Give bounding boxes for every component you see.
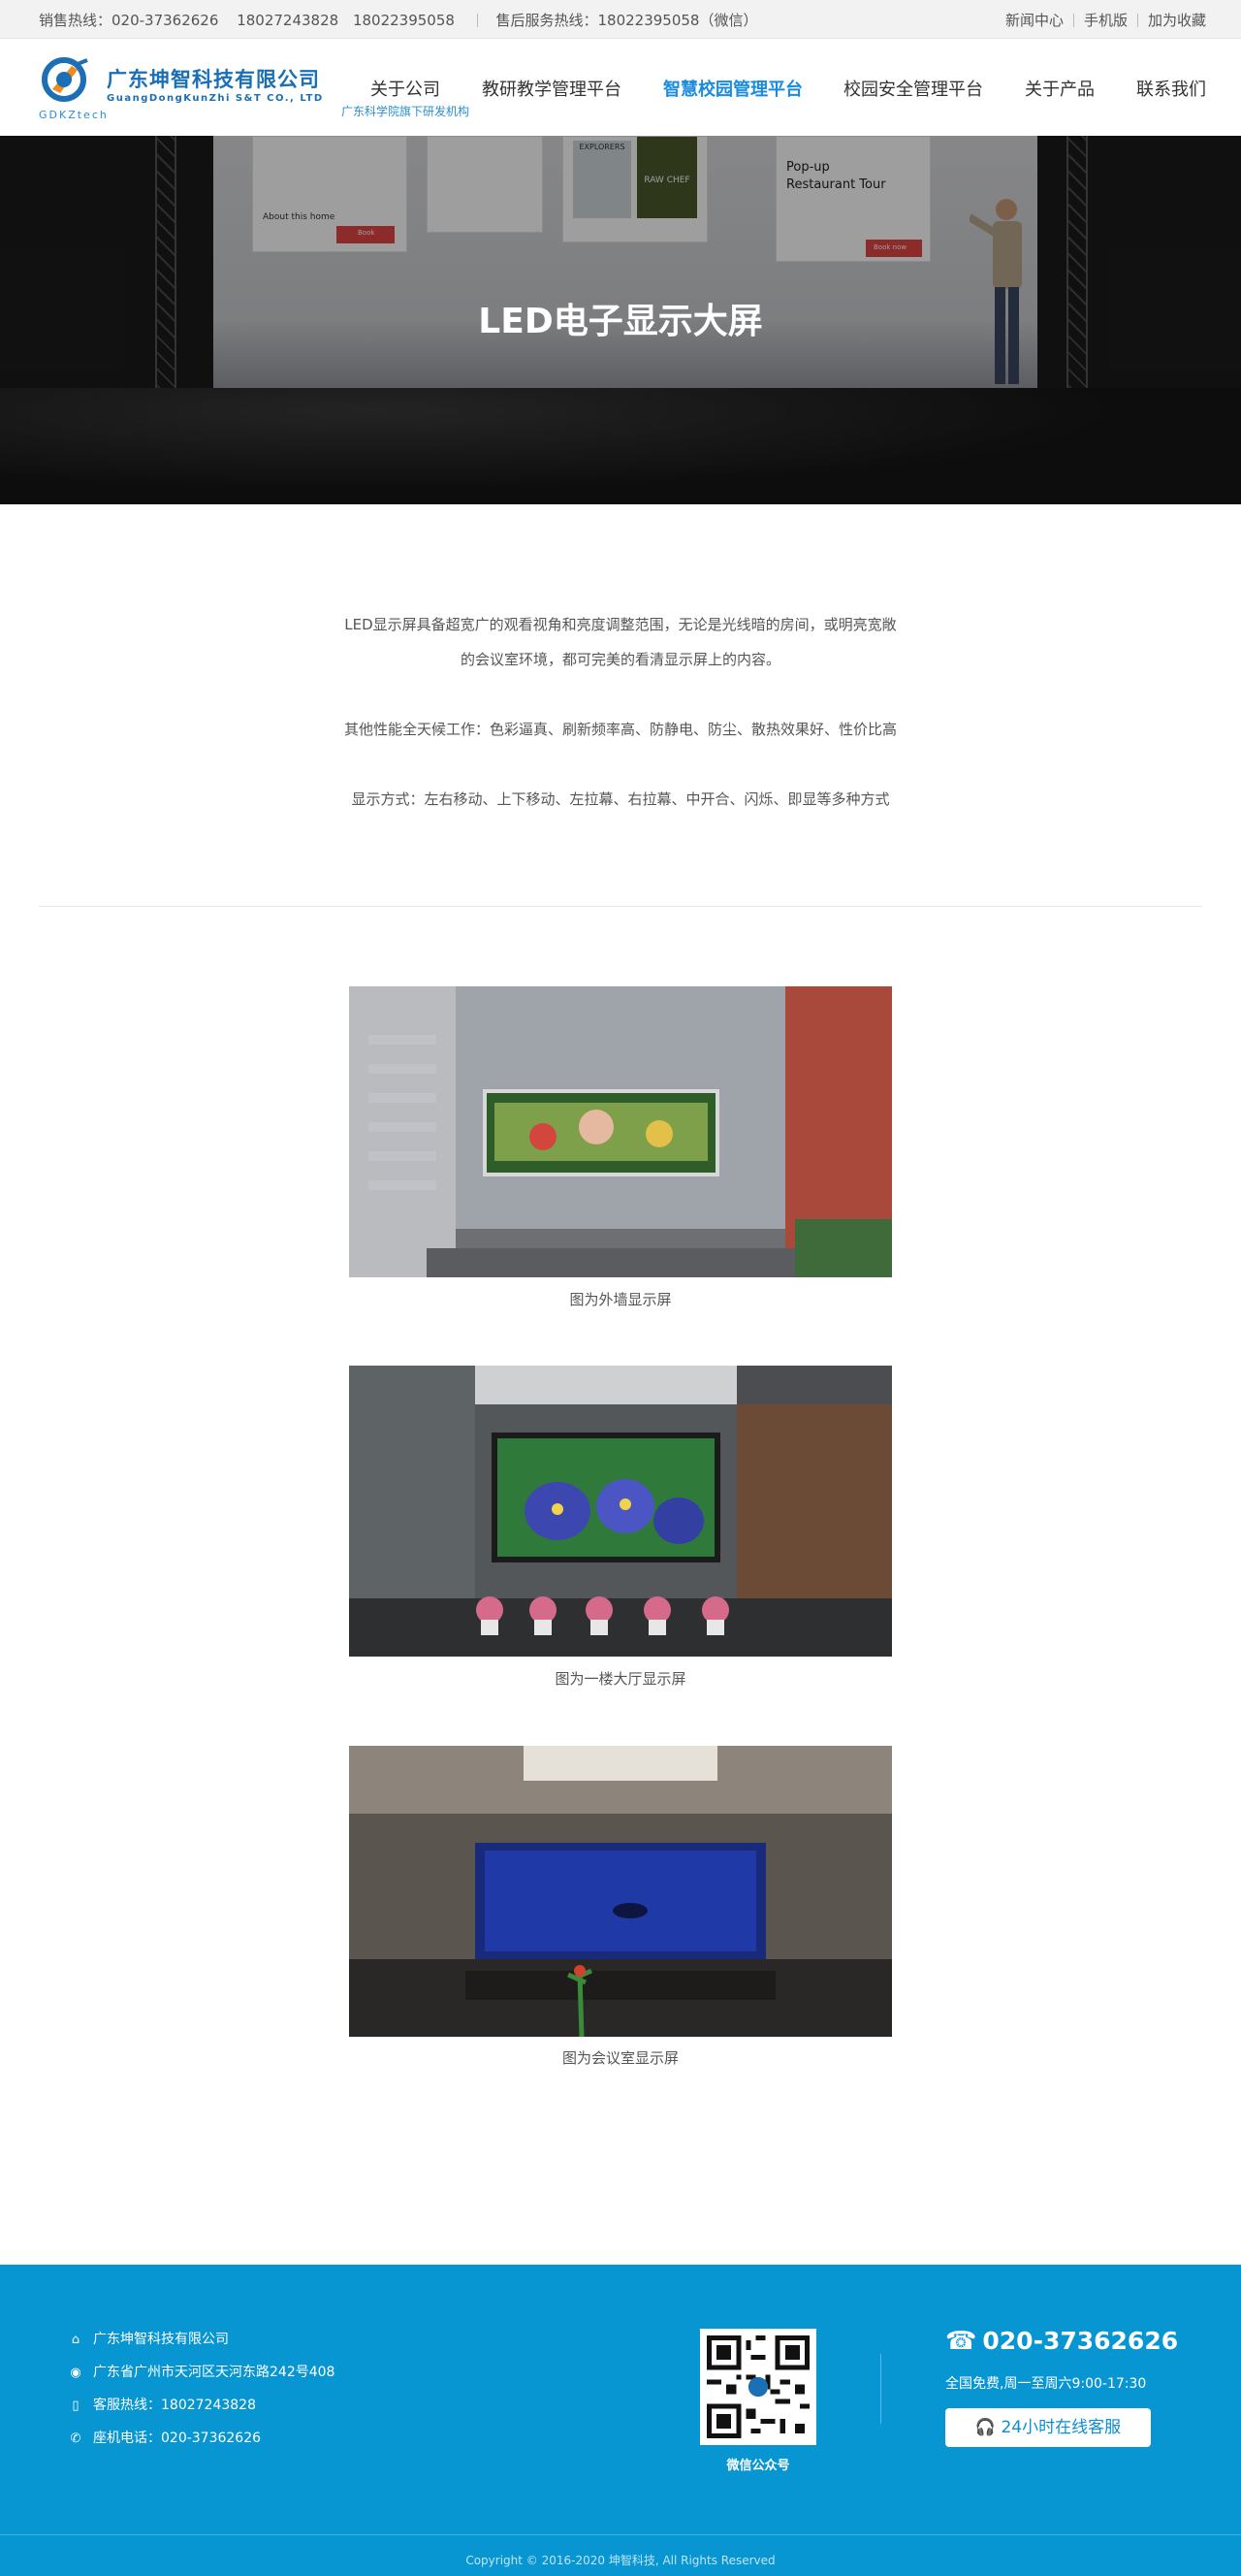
footer-landline: ✆ 座机电话：020-37362626 [68, 2428, 261, 2447]
meeting-room-led-photo [349, 1746, 892, 2037]
logo-abbreviation: GDKZtech [39, 109, 109, 121]
sales-hotline: 销售热线：020-37362626 [39, 12, 219, 29]
headset-icon: 🎧 [974, 2418, 997, 2437]
site-footer: ⌂ 广东坤智科技有限公司 ◉ 广东省广州市天河区天河东路242号408 ▯ 客服热线：… [0, 2265, 1241, 2576]
intro-paragraph-line: 的会议室环境，都可完美的看清显示屏上的内容。 [460, 651, 780, 668]
nav-teaching-platform[interactable]: 教研教学管理平台 [482, 76, 621, 101]
home-icon: ⌂ [71, 2333, 80, 2347]
footer-company-name: 广东坤智科技有限公司 [93, 2332, 229, 2347]
phone-icon: ✆ [70, 2431, 81, 2446]
location-pin-icon: ◉ [70, 2366, 81, 2380]
footer-company: ⌂ 广东坤智科技有限公司 [68, 2329, 229, 2348]
topbar-contact: 销售热线：020-37362626 18027243828 1802239505… [39, 10, 761, 30]
footer-address: ◉ 广东省广州市天河区天河东路242号408 [68, 2362, 334, 2381]
intro-paragraph-line: LED显示屏具备超宽广的观看视角和亮度调整范围，无论是光线暗的房间，或明亮宽敞 [344, 616, 897, 633]
online-service-label: 24小时在线客服 [1001, 2418, 1122, 2437]
sales-mobile-1: 18027243828 [237, 12, 339, 29]
banner-title: LED电子显示大屏 [478, 302, 763, 341]
footer-address-text: 广东省广州市天河区天河东路242号408 [93, 2365, 335, 2380]
footer-divider [880, 2354, 881, 2424]
intro-performance: 其他性能全天候工作：色彩逼真、刷新频率高、防静电、防尘、散热效果好、性价比高 [343, 721, 897, 738]
wechat-qr-code-icon [700, 2329, 816, 2445]
lobby-led-photo [349, 1366, 892, 1657]
hero-banner: About this home Book EXPLORERS RAW CHEF … [0, 136, 1241, 504]
footer-service-hotline-text: 客服热线：18027243828 [93, 2398, 256, 2413]
company-logo-icon[interactable] [39, 56, 97, 105]
intro-display-modes: 显示方式：左右移动、上下移动、左拉幕、右拉幕、中开合、闪烁、即显等多种方式 [351, 790, 890, 808]
service-hours: 全国免费,周一至周六9:00-17:30 [945, 2376, 1147, 2392]
section-divider [39, 906, 1202, 907]
sales-mobile-2: 18022395058 [352, 12, 455, 29]
copyright: Copyright © 2016-2020 坤智科技, All Rights R… [465, 2554, 776, 2567]
service-hotline: 售后服务热线：18022395058（微信） [495, 12, 758, 29]
add-favorite-link[interactable]: 加为收藏 [1148, 12, 1206, 29]
footer-big-phone[interactable]: ☎ 020-37362626 [945, 2327, 1178, 2356]
qr-caption: 微信公众号 [726, 2459, 790, 2473]
photo-caption: 图为一楼大厅显示屏 [555, 1670, 686, 1688]
photo-caption: 图为会议室显示屏 [561, 2049, 679, 2067]
online-service-button[interactable]: 🎧 24小时在线客服 [945, 2408, 1151, 2447]
mobile-version-link[interactable]: 手机版 [1084, 12, 1128, 29]
photo-caption: 图为外墙显示屏 [569, 1291, 672, 1308]
telephone-icon: ☎ [945, 2327, 977, 2356]
nav-smart-campus-platform[interactable]: 智慧校园管理平台 [663, 76, 803, 101]
footer-big-phone-number: 020-37362626 [982, 2327, 1179, 2355]
nav-campus-safety-platform[interactable]: 校园安全管理平台 [843, 76, 983, 101]
footer-service-hotline: ▯ 客服热线：18027243828 [68, 2395, 256, 2414]
nav-about-company[interactable]: 关于公司 [370, 76, 440, 101]
top-bar: 销售热线：020-37362626 18027243828 1802239505… [0, 0, 1241, 39]
topbar-divider [476, 14, 478, 27]
link-divider [1072, 14, 1074, 27]
header-tagline: 广东科学院旗下研发机构 [341, 105, 470, 118]
topbar-links: 新闻中心 手机版 加为收藏 [1005, 10, 1206, 30]
mobile-phone-icon: ▯ [72, 2399, 80, 2413]
news-center-link[interactable]: 新闻中心 [1005, 12, 1064, 29]
company-name-en: GuangDongKunZhi S&T CO., LTD [107, 93, 324, 104]
link-divider [1136, 14, 1138, 27]
company-name[interactable]: 广东坤智科技有限公司 [107, 64, 320, 93]
site-header: GDKZtech 广东坤智科技有限公司 GuangDongKunZhi S&T … [0, 39, 1241, 136]
outdoor-wall-led-photo [349, 986, 892, 1277]
nav-products[interactable]: 关于产品 [1025, 76, 1095, 101]
nav-contact-us[interactable]: 联系我们 [1136, 76, 1206, 101]
footer-landline-text: 座机电话：020-37362626 [93, 2431, 262, 2446]
footer-bottom-divider [0, 2534, 1241, 2535]
